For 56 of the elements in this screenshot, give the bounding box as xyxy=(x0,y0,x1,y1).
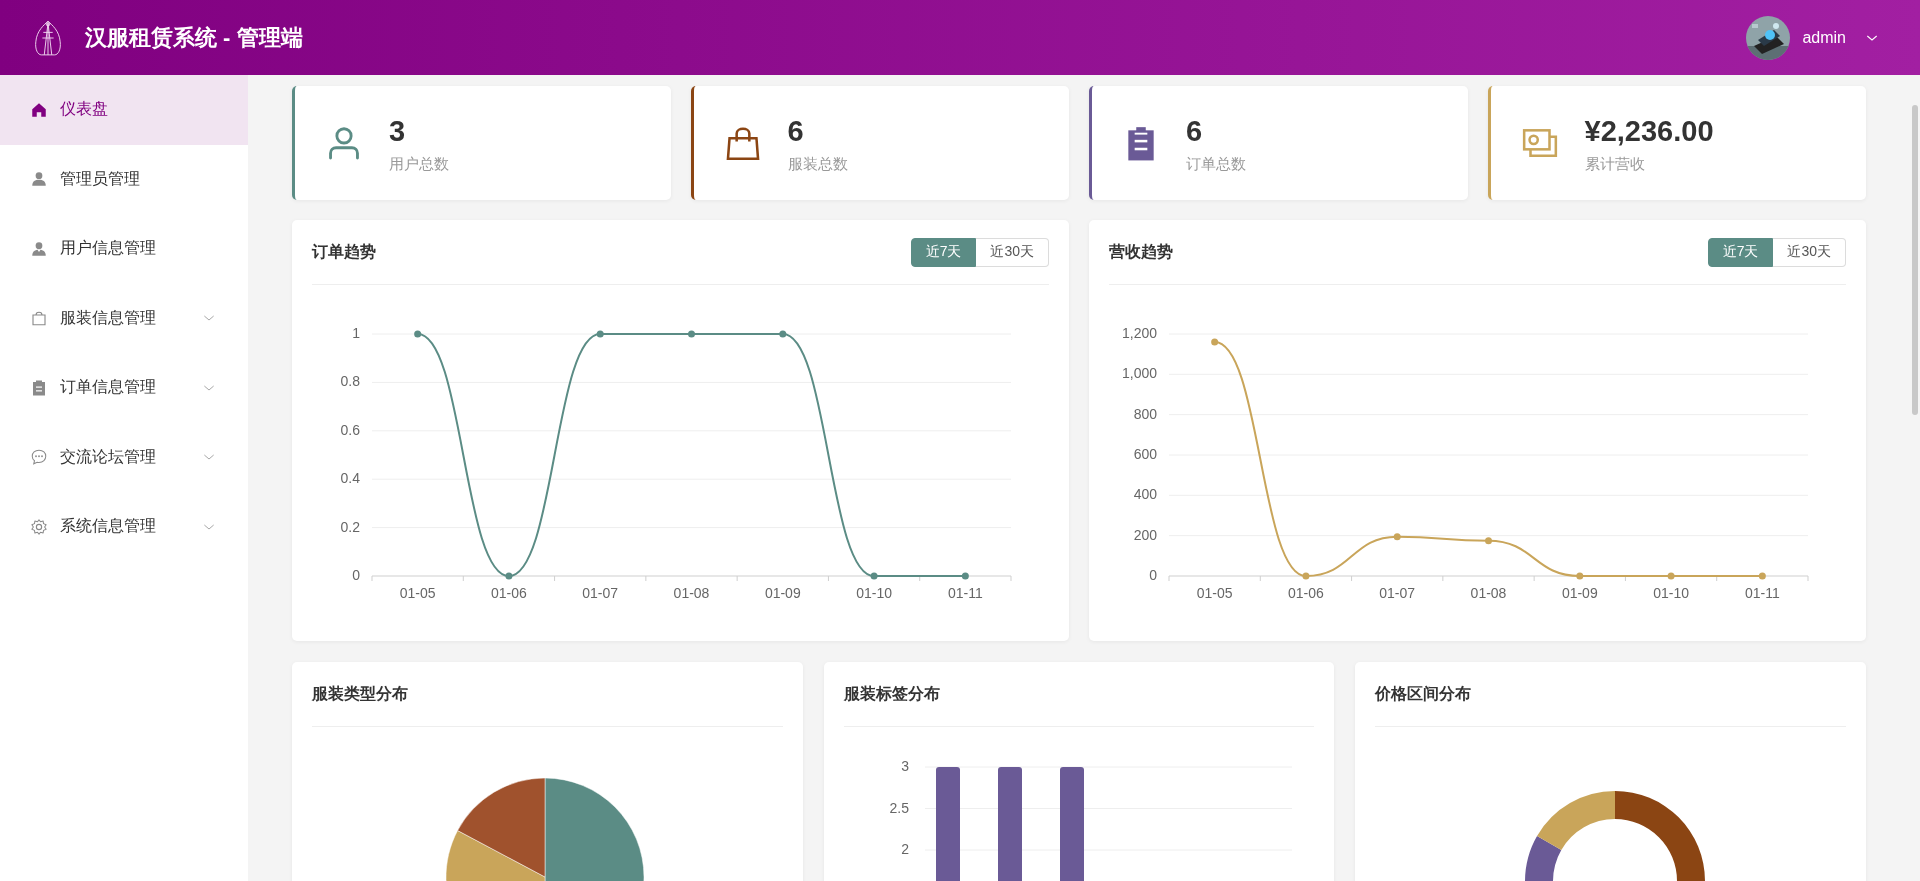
range-toggle[interactable]: 近30天 xyxy=(1773,237,1846,267)
stat-value: 6 xyxy=(787,113,805,149)
axis-label: 600 xyxy=(1133,446,1157,462)
axis-label: 01-07 xyxy=(582,585,619,601)
axis-label: 01-06 xyxy=(1288,585,1324,601)
axis-label: 0.8 xyxy=(340,373,360,390)
sidebar-item[interactable]: 管理员管理 xyxy=(0,144,248,214)
axis-label: 3 xyxy=(900,758,909,774)
sidebar-item[interactable]: 系统信息管理 xyxy=(0,492,248,562)
card-title: 服装类型分布 xyxy=(312,683,408,704)
card-title: 价格区间分布 xyxy=(1375,683,1472,704)
stat-label: 订单总数 xyxy=(1186,154,1246,174)
sidebar-item[interactable]: 仪表盘 xyxy=(0,75,248,145)
stat-label: 累计营收 xyxy=(1584,154,1646,174)
range-toggle[interactable]: 近7天 xyxy=(910,237,977,267)
user-name[interactable]: admin xyxy=(1802,28,1846,47)
stat-value: ¥2,236.00 xyxy=(1584,113,1714,149)
axis-label: 01-11 xyxy=(1744,585,1780,601)
axis-label: 01-07 xyxy=(1379,585,1416,601)
card-title: 服装标签分布 xyxy=(843,683,940,704)
stat-value: 3 xyxy=(389,113,407,149)
axis-label: 01-09 xyxy=(1561,585,1598,601)
axis-label: 0.4 xyxy=(340,470,360,487)
axis-label: 01-05 xyxy=(399,585,436,601)
axis-label: 1,000 xyxy=(1121,365,1157,382)
axis-label: 2 xyxy=(900,841,909,857)
stat-label: 用户总数 xyxy=(389,154,449,174)
card-title: 营收趋势 xyxy=(1109,241,1173,262)
axis-label: 2.5 xyxy=(889,799,909,816)
stat-label: 服装总数 xyxy=(787,154,848,174)
axis-label: 800 xyxy=(1133,405,1157,422)
axis-label: 01-10 xyxy=(1653,585,1689,601)
axis-label: 1 xyxy=(352,325,360,341)
card-title: 订单趋势 xyxy=(312,241,376,262)
axis-label: 200 xyxy=(1133,526,1157,543)
sidebar-item[interactable]: 用户信息管理 xyxy=(0,214,248,284)
axis-label: 01-08 xyxy=(1470,585,1507,601)
range-toggle[interactable]: 近30天 xyxy=(976,237,1049,267)
axis-label: 0.2 xyxy=(340,518,360,535)
sidebar-item[interactable]: 交流论坛管理 xyxy=(0,422,248,492)
sidebar-item[interactable]: 订单信息管理 xyxy=(0,353,248,423)
axis-label: 0 xyxy=(1149,567,1157,583)
axis-label: 0 xyxy=(352,567,360,583)
axis-label: 01-08 xyxy=(673,585,710,601)
axis-label: 01-06 xyxy=(491,585,527,601)
axis-label: 400 xyxy=(1133,486,1157,503)
axis-label: 01-10 xyxy=(856,585,892,601)
stat-value: 6 xyxy=(1186,113,1204,149)
app-title: 汉服租赁系统 - 管理端 xyxy=(85,23,303,52)
axis-label: 01-11 xyxy=(947,585,983,601)
range-toggle[interactable]: 近7天 xyxy=(1707,237,1774,267)
axis-label: 01-09 xyxy=(764,585,801,601)
sidebar-item[interactable]: 服装信息管理 xyxy=(0,283,248,353)
axis-label: 01-05 xyxy=(1196,585,1233,601)
axis-label: 0.6 xyxy=(340,421,360,438)
axis-label: 1,200 xyxy=(1121,325,1157,341)
